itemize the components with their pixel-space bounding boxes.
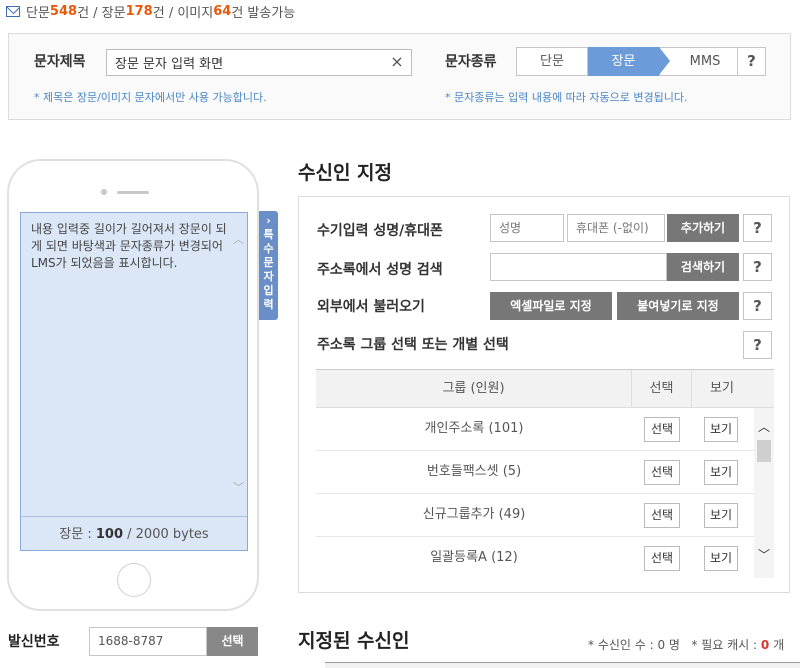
byte-prefix: 장문 : bbox=[59, 527, 96, 542]
select-group-button[interactable]: 선택 bbox=[644, 460, 680, 485]
view-group-button[interactable]: 보기 bbox=[704, 546, 738, 571]
group-help-button[interactable]: ? bbox=[743, 331, 772, 359]
recipient-panel: 수기입력 성명/휴대폰 추가하기 ? 주소록에서 성명 검색 검색하기 ? 외부… bbox=[298, 196, 790, 593]
title-label: 문자제목 bbox=[34, 54, 86, 70]
group-name: 신규그룹추가 (49) bbox=[422, 507, 526, 522]
paste-import-button[interactable]: 붙여넣기로 지정 bbox=[617, 292, 739, 320]
group-name: 번호들팩스셋 (5) bbox=[426, 464, 522, 479]
byte-used: 100 bbox=[95, 527, 124, 542]
external-label: 외부에서 불러오기 bbox=[317, 299, 425, 315]
group-select-label: 주소록 그룹 선택 또는 개별 선택 bbox=[317, 337, 509, 353]
header-view: 보기 bbox=[710, 381, 734, 396]
byte-suffix: / 2000 bytes bbox=[123, 527, 209, 542]
message-input-area[interactable]: 내용 입력중 길이가 길어져서 장문이 되게 되면 바탕색과 문자종류가 변경되… bbox=[20, 212, 248, 551]
sender-select-button[interactable]: 선택 bbox=[207, 627, 258, 656]
select-group-button[interactable]: 선택 bbox=[644, 546, 680, 571]
excel-import-button[interactable]: 엑셀파일로 지정 bbox=[490, 292, 612, 320]
chevron-up-icon[interactable]: ︿ bbox=[233, 231, 244, 247]
view-group-button[interactable]: 보기 bbox=[704, 417, 738, 442]
long-count: 178 bbox=[125, 3, 153, 19]
scrollbar-thumb[interactable] bbox=[757, 440, 771, 462]
group-name: 일괄등록A (12) bbox=[430, 550, 518, 565]
chevron-down-icon[interactable]: ﹀ bbox=[758, 546, 770, 563]
type-note: * 문자종류는 입력 내용에 따라 자동으로 변경됩니다. bbox=[445, 91, 688, 104]
group-table: 그룹 (인원) 선택 보기 개인주소록 (101) 선택 보기 번호들팩스셋 (… bbox=[316, 369, 774, 580]
phone-camera bbox=[101, 189, 107, 195]
quota-text-4: 건 발송가능 bbox=[231, 5, 296, 21]
select-group-button[interactable]: 선택 bbox=[644, 503, 680, 528]
name-input[interactable] bbox=[490, 214, 564, 242]
clear-title-icon[interactable]: × bbox=[389, 52, 405, 72]
chevron-down-icon[interactable]: ﹀ bbox=[233, 479, 244, 495]
short-count: 548 bbox=[49, 3, 78, 19]
cash-label: * 필요 캐시 : bbox=[691, 638, 761, 652]
recipient-section-title: 수신인 지정 bbox=[298, 162, 393, 184]
title-input[interactable] bbox=[106, 49, 412, 76]
header-select: 선택 bbox=[632, 370, 692, 408]
phone-preview: 내용 입력중 길이가 길어져서 장문이 되게 되면 바탕색과 문자종류가 변경되… bbox=[7, 159, 259, 611]
manual-input-label: 수기입력 성명/휴대폰 bbox=[317, 223, 443, 239]
table-row: 개인주소록 (101) 선택 보기 bbox=[316, 408, 754, 451]
quota-text-1: 단문 bbox=[26, 5, 50, 21]
side-tab-char: 문 bbox=[263, 256, 274, 269]
count-unit: 명 bbox=[665, 638, 680, 652]
chevron-up-icon[interactable]: ︿ bbox=[758, 418, 770, 435]
side-tab-char: 특 bbox=[263, 228, 274, 241]
side-tab-char: 입 bbox=[263, 284, 274, 297]
table-row: 신규그룹추가 (49) 선택 보기 bbox=[316, 494, 754, 537]
count-label: * 수신인 수 : bbox=[588, 638, 658, 652]
message-text[interactable]: 내용 입력중 길이가 길어져서 장문이 되게 되면 바탕색과 문자종류가 변경되… bbox=[31, 221, 229, 272]
assigned-table-top bbox=[325, 662, 800, 668]
mail-icon bbox=[6, 5, 20, 17]
phone-speaker bbox=[117, 191, 149, 194]
side-tab-char: 수 bbox=[263, 242, 274, 255]
assigned-section-title: 지정된 수신인 bbox=[298, 630, 410, 652]
byte-counter: 장문 : 100 / 2000 bytes bbox=[21, 523, 247, 542]
group-name: 개인주소록 (101) bbox=[424, 421, 524, 436]
search-label: 주소록에서 성명 검색 bbox=[317, 262, 443, 278]
type-option-mms[interactable]: MMS bbox=[659, 47, 741, 76]
sender-number-label: 발신번호 bbox=[8, 634, 60, 650]
image-count: 64 bbox=[213, 3, 232, 19]
type-help-button[interactable]: ? bbox=[737, 47, 766, 76]
side-tab-char: 자 bbox=[263, 270, 274, 283]
special-char-tab[interactable]: › 특 수 문 자 입 력 bbox=[259, 211, 278, 320]
phone-home-button bbox=[117, 563, 151, 597]
view-group-button[interactable]: 보기 bbox=[704, 503, 738, 528]
recipient-summary: * 수신인 수 : 0 명 * 필요 캐시 : 0 개 bbox=[588, 636, 784, 653]
recipient-count: 0 bbox=[657, 638, 666, 652]
phone-input[interactable] bbox=[567, 214, 665, 242]
screen-divider bbox=[21, 516, 247, 517]
search-help-button[interactable]: ? bbox=[743, 253, 772, 281]
message-type-selector: 단문 장문 MMS bbox=[516, 47, 741, 76]
view-group-button[interactable]: 보기 bbox=[704, 460, 738, 485]
quota-status: 단문 548 건 / 장문 178 건 / 이미지 64 건 발송가능 bbox=[6, 2, 296, 21]
search-button[interactable]: 검색하기 bbox=[667, 253, 739, 281]
external-help-button[interactable]: ? bbox=[743, 292, 772, 320]
header-group: 그룹 (인원) bbox=[316, 370, 632, 408]
quota-text-3: 건 / 이미지 bbox=[152, 5, 214, 21]
group-table-scrollbar[interactable]: ︿ ﹀ bbox=[754, 408, 774, 578]
sender-number-field[interactable]: 1688-8787 bbox=[89, 627, 207, 656]
type-option-short[interactable]: 단문 bbox=[516, 47, 588, 76]
side-tab-char: 력 bbox=[263, 298, 274, 311]
cash-unit: 개 bbox=[769, 638, 785, 652]
type-option-long[interactable]: 장문 bbox=[588, 47, 670, 76]
group-table-header: 그룹 (인원) 선택 보기 bbox=[316, 370, 774, 408]
type-label: 문자종류 bbox=[445, 54, 497, 70]
required-cash: 0 bbox=[760, 638, 770, 652]
message-settings-panel: 문자제목 × * 제목은 장문/이미지 문자에서만 사용 가능합니다. 문자종류… bbox=[8, 33, 791, 120]
select-group-button[interactable]: 선택 bbox=[644, 417, 680, 442]
table-row: 일괄등록A (12) 선택 보기 bbox=[316, 537, 754, 580]
title-note: * 제목은 장문/이미지 문자에서만 사용 가능합니다. bbox=[34, 91, 267, 104]
add-recipient-button[interactable]: 추가하기 bbox=[667, 214, 739, 242]
table-row: 번호들팩스셋 (5) 선택 보기 bbox=[316, 451, 754, 494]
quota-text-2: 건 / 장문 bbox=[77, 5, 126, 21]
manual-help-button[interactable]: ? bbox=[743, 214, 772, 242]
chevron-right-icon: › bbox=[266, 214, 271, 227]
search-input[interactable] bbox=[490, 253, 667, 281]
